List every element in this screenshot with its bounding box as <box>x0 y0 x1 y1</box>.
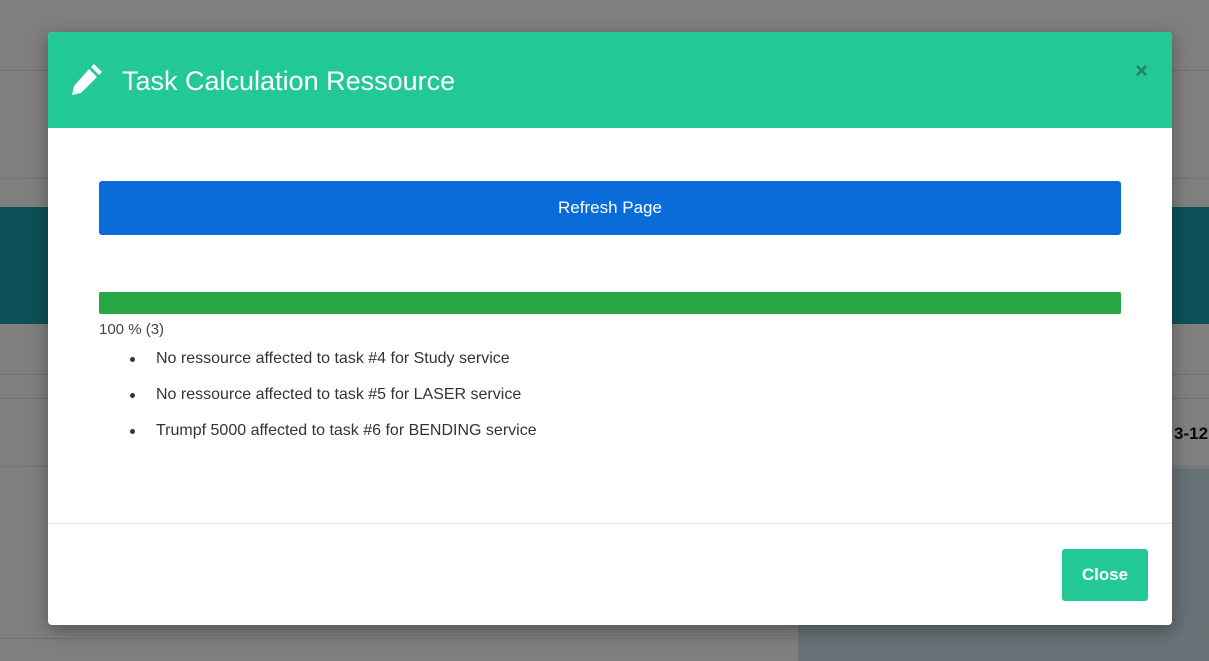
modal-body: Refresh Page 100 % (3) No ressource affe… <box>48 128 1172 523</box>
progress-bar-fill <box>99 292 1121 314</box>
result-list: No ressource affected to task #4 for Stu… <box>128 349 537 457</box>
modal-title: Task Calculation Ressource <box>122 66 456 96</box>
modal-header: Task Calculation Ressource × <box>48 32 1172 128</box>
close-icon[interactable]: × <box>1135 60 1148 82</box>
list-item: Trumpf 5000 affected to task #6 for BEND… <box>128 421 537 457</box>
progress-label: 100 % (3) <box>99 321 165 338</box>
list-item: No ressource affected to task #5 for LAS… <box>128 385 537 421</box>
refresh-page-button[interactable]: Refresh Page <box>99 181 1121 235</box>
progress-bar <box>99 292 1121 314</box>
pencil-icon <box>68 64 102 98</box>
list-item: No ressource affected to task #4 for Stu… <box>128 349 537 385</box>
close-button[interactable]: Close <box>1062 549 1148 601</box>
task-calculation-modal: Task Calculation Ressource × Refresh Pag… <box>48 32 1172 625</box>
modal-footer-divider <box>48 523 1172 524</box>
